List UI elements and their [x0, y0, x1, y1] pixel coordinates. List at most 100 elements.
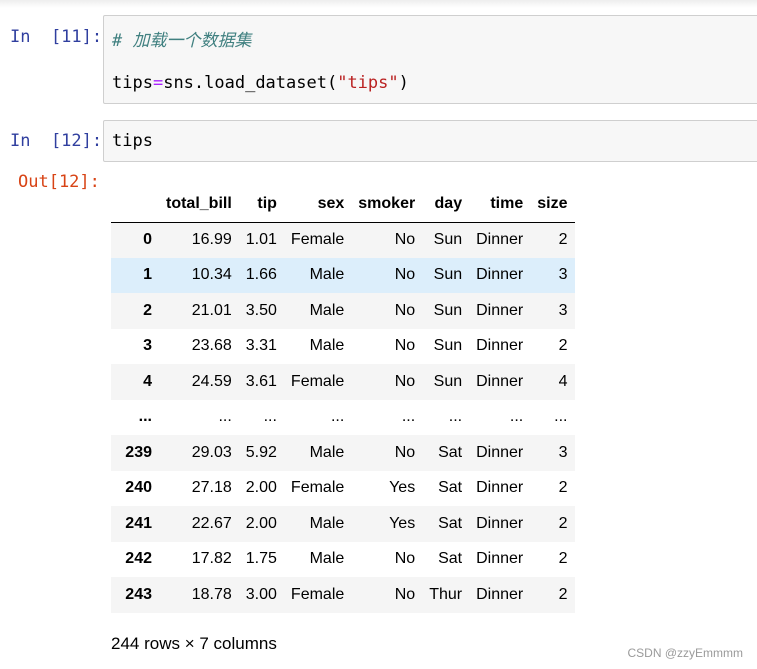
cell-total-bill: 10.34	[191, 266, 232, 284]
cell-time: Dinner	[476, 231, 524, 248]
cell-sex: Male	[309, 550, 345, 568]
cell-smoker: Yes	[389, 479, 416, 497]
table-row: 3 23.68 3.31 Male No Sun Dinner 2	[111, 328, 575, 364]
code-comment: # 加载一个数据集	[112, 31, 252, 51]
cell-size: 2	[558, 231, 568, 248]
code-line-tips: tips	[112, 131, 153, 151]
input-prompt-12: In [12]:	[10, 131, 103, 151]
cell-size: 3	[558, 301, 568, 319]
cell-day: Sat	[438, 514, 463, 532]
row-index: 243	[125, 585, 152, 603]
cell-sex: Male	[309, 443, 345, 461]
header-total-bill: total_bill	[159, 186, 239, 223]
cell-time: Dinner	[476, 443, 524, 461]
code-line-load-dataset: tips=sns.load_dataset("tips")	[112, 73, 409, 93]
cell-time: Dinner	[476, 301, 524, 319]
row-index: 239	[125, 443, 152, 461]
cell-size: 2	[558, 550, 568, 568]
cell-smoker: No	[394, 266, 416, 284]
cell-time: Dinner	[476, 514, 524, 532]
cell-tip: 2.00	[245, 514, 277, 532]
cell-smoker: Yes	[389, 514, 416, 532]
cell-smoker: No	[394, 231, 416, 248]
cell-day: Sun	[433, 301, 463, 319]
cell-size: 2	[558, 337, 568, 355]
cell-day: Thur	[429, 585, 463, 603]
cell-smoker: No	[394, 301, 416, 319]
cell-day: ...	[448, 408, 463, 426]
row-index: 2	[143, 301, 152, 319]
cell-sex: Female	[290, 479, 345, 497]
cell-tip: 3.61	[245, 372, 277, 390]
cell-sex: ...	[330, 408, 345, 426]
cell-tip: 1.66	[245, 266, 277, 284]
cell-size: 3	[558, 266, 568, 284]
code-cell-12[interactable]: tips	[103, 120, 757, 162]
cell-size: 2	[558, 479, 568, 497]
cell-tip: 3.50	[245, 301, 277, 319]
code-call: sns.load_dataset(	[163, 73, 338, 93]
cell-sex: Female	[290, 231, 345, 248]
table-row: 240 27.18 2.00 Female Yes Sat Dinner 2	[111, 470, 575, 506]
table-row: 241 22.67 2.00 Male Yes Sat Dinner 2	[111, 506, 575, 542]
cell-smoker: No	[394, 550, 416, 568]
row-index: 242	[125, 550, 152, 568]
cell-time: Dinner	[476, 479, 524, 497]
table-row: 243 18.78 3.00 Female No Thur Dinner 2	[111, 577, 575, 613]
cell-tip: 3.00	[245, 585, 277, 603]
header-sex: sex	[283, 186, 352, 223]
cell-total-bill: 29.03	[191, 443, 232, 461]
cell-time: Dinner	[476, 372, 524, 390]
cell-total-bill: 16.99	[191, 231, 232, 248]
watermark: CSDN @zzyEmmmm	[627, 646, 743, 660]
cell-day: Sat	[438, 479, 463, 497]
input-prompt-11: In [11]:	[10, 27, 103, 47]
table-row: 239 29.03 5.92 Male No Sat Dinner 3	[111, 435, 575, 471]
cell-time: Dinner	[476, 337, 524, 355]
cell-total-bill: 22.67	[191, 514, 232, 532]
cell-total-bill: 27.18	[191, 479, 232, 497]
header-day: day	[422, 186, 470, 223]
code-close-paren: )	[398, 73, 409, 93]
cell-total-bill: 21.01	[191, 301, 232, 319]
cell-tip: 1.75	[245, 550, 277, 568]
row-index: 0	[143, 231, 152, 248]
cell-smoker: No	[394, 585, 416, 603]
cell-smoker: ...	[401, 408, 416, 426]
header-tip: tip	[238, 186, 284, 223]
cell-tip: 2.00	[245, 479, 277, 497]
row-index: 3	[143, 337, 152, 355]
cell-time: ...	[509, 408, 524, 426]
cell-tip: 5.92	[245, 443, 277, 461]
cell-tip: 1.01	[245, 231, 277, 248]
row-index: 4	[143, 372, 152, 390]
cell-sex: Female	[290, 372, 345, 390]
cell-day: Sun	[433, 337, 463, 355]
row-index: ...	[138, 408, 152, 426]
cell-total-bill: ...	[218, 408, 232, 426]
cell-sex: Male	[309, 337, 345, 355]
cell-tip: 3.31	[245, 337, 277, 355]
table-row: 4 24.59 3.61 Female No Sun Dinner 4	[111, 364, 575, 400]
row-index: 240	[125, 479, 152, 497]
cell-time: Dinner	[476, 585, 524, 603]
cell-total-bill: 23.68	[191, 337, 232, 355]
output-prompt-12: Out[12]:	[18, 172, 100, 192]
table-row: 0 16.99 1.01 Female No Sun Dinner 2	[111, 222, 575, 258]
header-time: time	[469, 186, 531, 223]
cell-size: ...	[554, 408, 568, 426]
table-row: 242 17.82 1.75 Male No Sat Dinner 2	[111, 541, 575, 577]
table-body: 0 16.99 1.01 Female No Sun Dinner 2 1 10.34 1.66 Ma…	[111, 222, 575, 613]
cell-tip: ...	[263, 408, 277, 426]
code-cell-11[interactable]: # 加载一个数据集 tips=sns.load_dataset("tips")	[103, 15, 757, 104]
top-toolbar-edge	[0, 0, 757, 8]
code-operator: =	[152, 73, 164, 93]
cell-smoker: No	[394, 443, 416, 461]
cell-sex: Male	[309, 514, 345, 532]
cell-smoker: No	[394, 337, 416, 355]
cell-size: 2	[558, 585, 568, 603]
cell-day: Sun	[433, 231, 463, 248]
table-row: ........................	[111, 399, 575, 435]
cell-day: Sat	[438, 550, 463, 568]
cell-day: Sun	[433, 372, 463, 390]
